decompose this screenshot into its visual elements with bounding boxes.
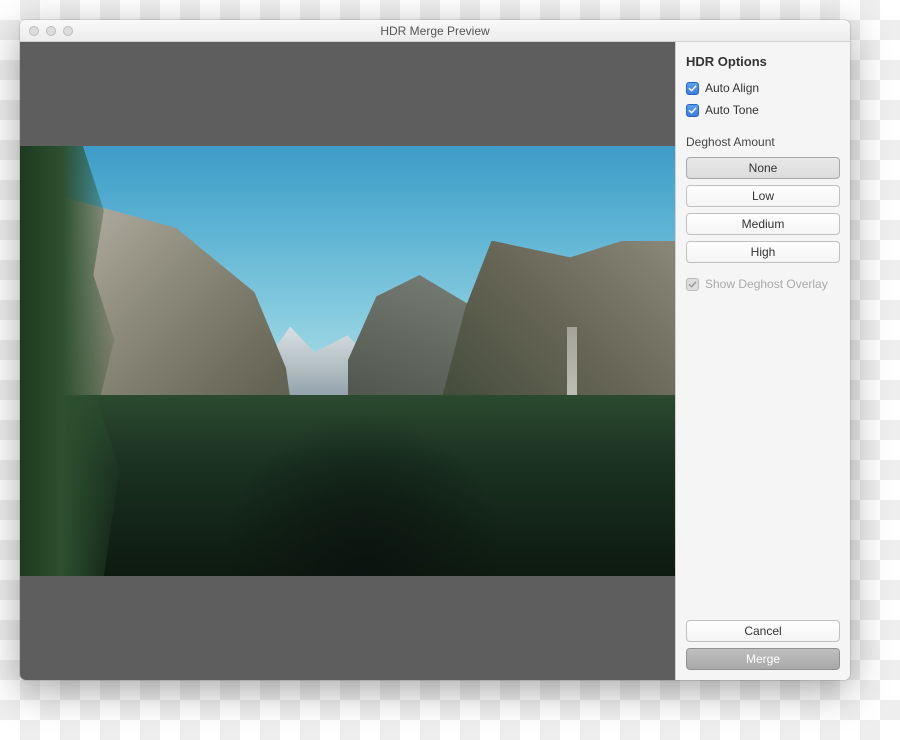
deghost-low-button[interactable]: Low (686, 185, 840, 207)
panel-title: HDR Options (686, 54, 840, 69)
zoom-icon[interactable] (63, 26, 73, 36)
cancel-button[interactable]: Cancel (686, 620, 840, 642)
auto-align-checkbox[interactable]: Auto Align (686, 81, 840, 95)
auto-tone-label: Auto Tone (705, 103, 759, 117)
checkmark-icon (686, 278, 699, 291)
checkmark-icon (686, 104, 699, 117)
merge-button[interactable]: Merge (686, 648, 840, 670)
minimize-icon[interactable] (46, 26, 56, 36)
deghost-amount-label: Deghost Amount (686, 135, 840, 149)
deghost-high-button[interactable]: High (686, 241, 840, 263)
titlebar: HDR Merge Preview (20, 20, 850, 42)
options-sidebar: HDR Options Auto Align Auto Tone Deghost… (675, 42, 850, 680)
show-deghost-overlay-checkbox: Show Deghost Overlay (686, 277, 840, 291)
window-controls (20, 26, 73, 36)
auto-align-label: Auto Align (705, 81, 759, 95)
hdr-merge-window: HDR Merge Preview HDR Options Aut (20, 20, 850, 680)
show-overlay-label: Show Deghost Overlay (705, 277, 828, 291)
deghost-none-button[interactable]: None (686, 157, 840, 179)
window-title: HDR Merge Preview (380, 24, 489, 38)
preview-image (20, 146, 675, 576)
preview-area (20, 42, 675, 680)
auto-tone-checkbox[interactable]: Auto Tone (686, 103, 840, 117)
deghost-medium-button[interactable]: Medium (686, 213, 840, 235)
close-icon[interactable] (29, 26, 39, 36)
checkmark-icon (686, 82, 699, 95)
content-area: HDR Options Auto Align Auto Tone Deghost… (20, 42, 850, 680)
